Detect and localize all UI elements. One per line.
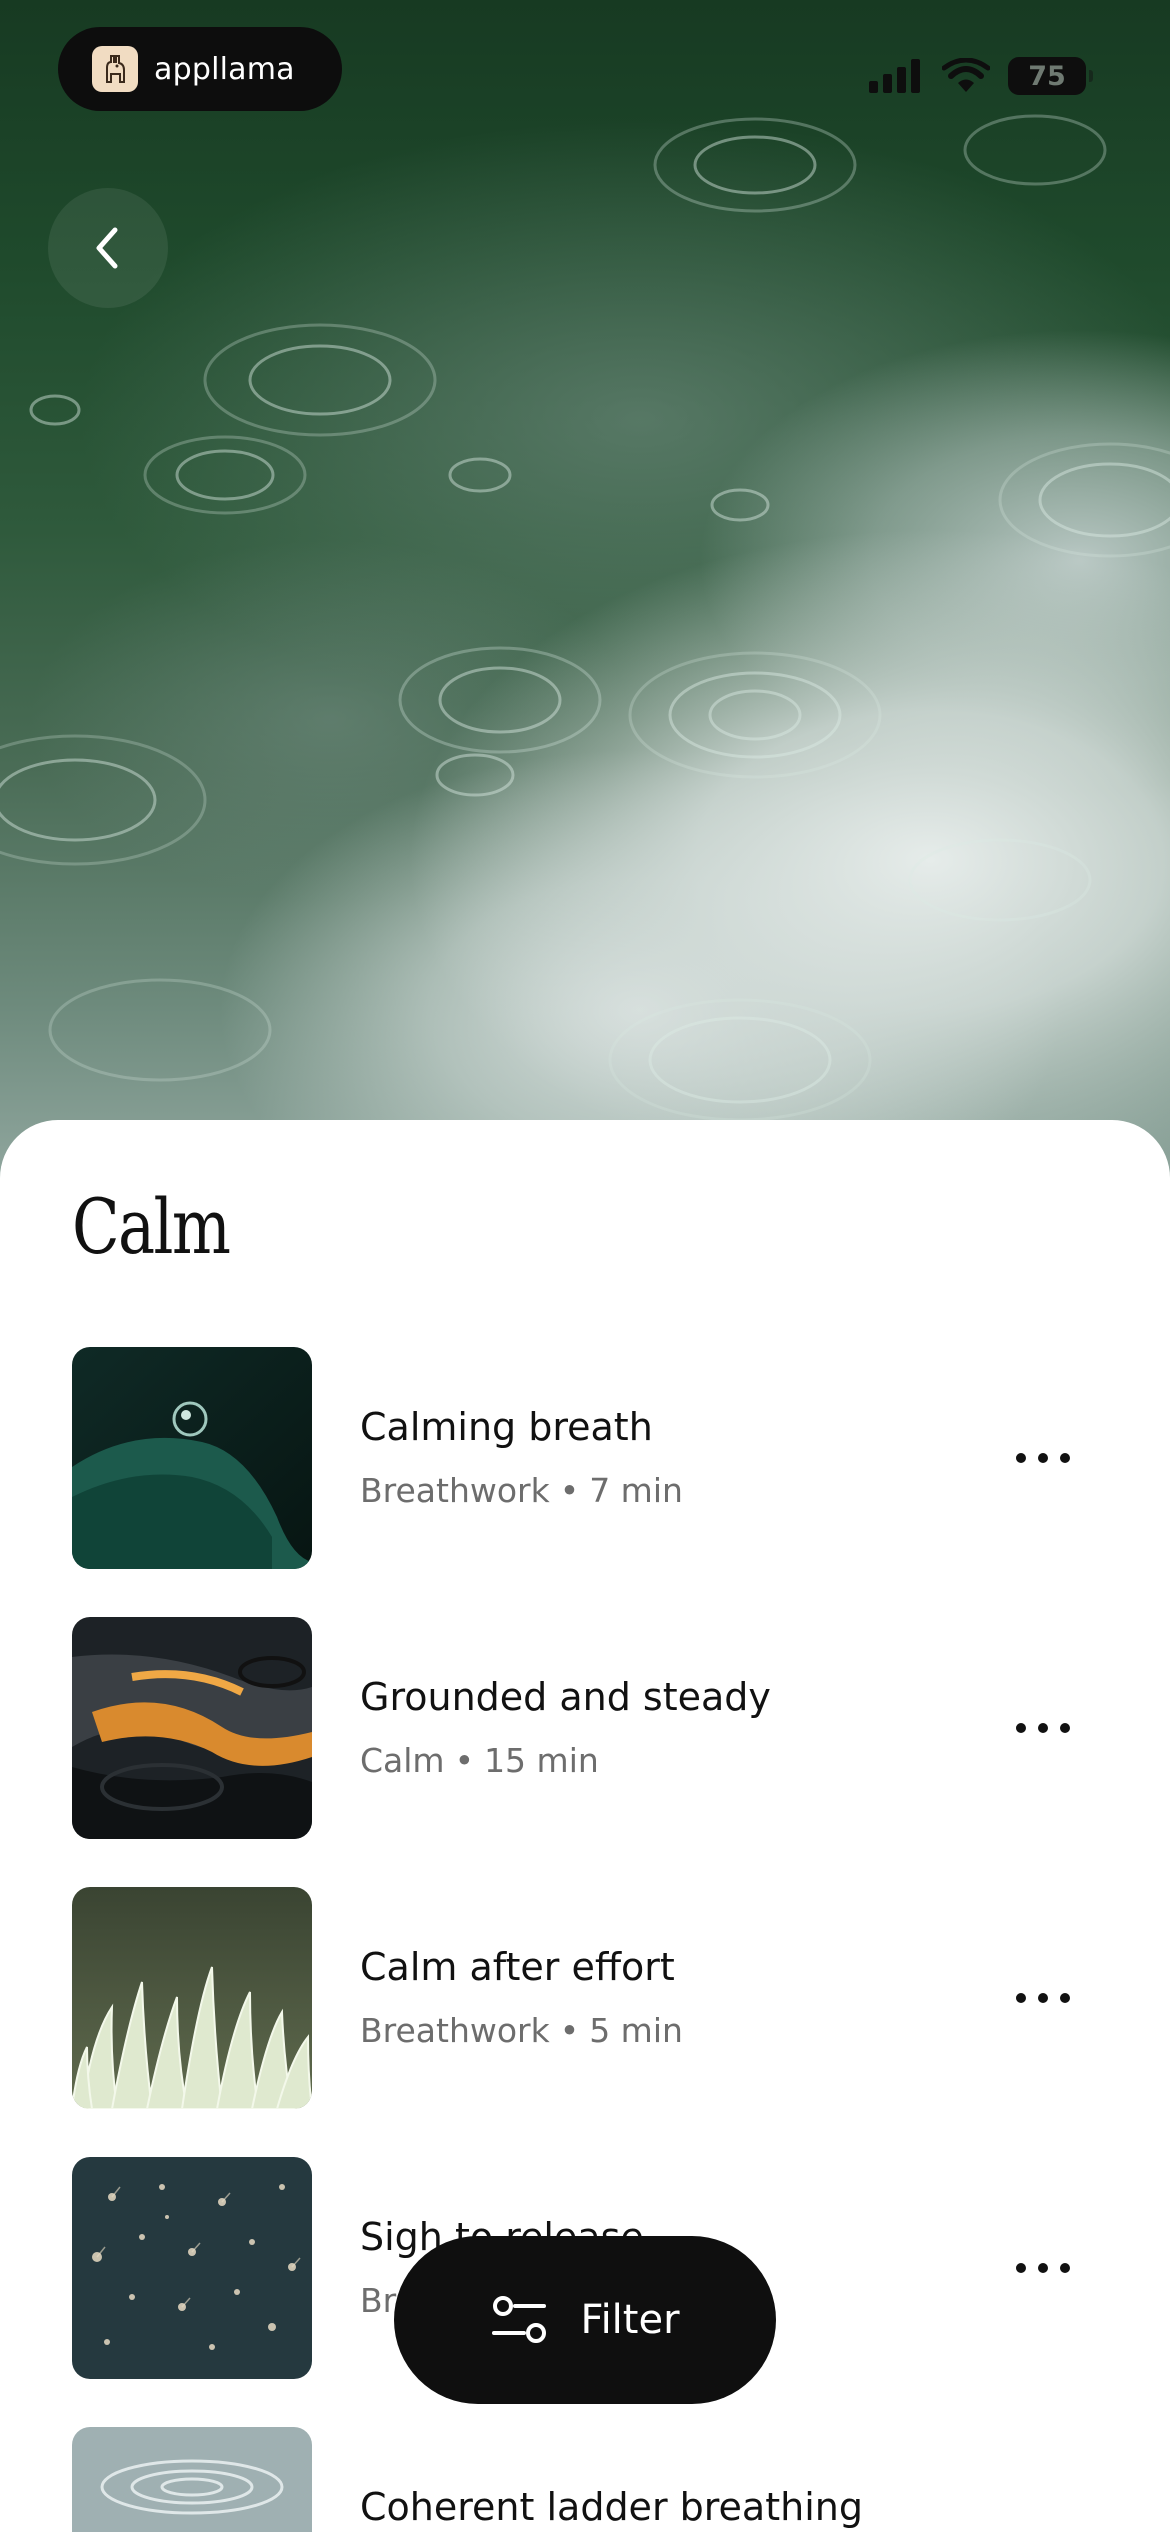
item-thumbnail — [72, 2427, 312, 2532]
item-thumbnail — [72, 2157, 312, 2379]
more-options-button[interactable] — [1008, 1963, 1078, 2033]
filter-label: Filter — [580, 2297, 680, 2343]
item-category: Breathwork — [360, 1471, 550, 1510]
ellipsis-icon — [1016, 1723, 1070, 1733]
item-duration: 15 min — [484, 1741, 599, 1780]
item-title: Calming breath — [360, 1405, 653, 1449]
rain-ripples-illustration — [0, 114, 1170, 1122]
meta-separator: • — [454, 1741, 475, 1780]
llama-logo-icon — [92, 46, 138, 92]
ellipsis-icon — [1016, 2263, 1070, 2273]
chevron-left-icon — [96, 227, 118, 269]
cellular-signal-icon — [869, 59, 920, 93]
item-meta: Br — [360, 2281, 396, 2320]
ellipsis-icon — [1016, 1993, 1070, 2003]
ellipsis-icon — [1016, 1453, 1070, 1463]
hero-image: appllama 75 — [0, 0, 1170, 1180]
item-category: Breathwork — [360, 2011, 550, 2050]
item-thumbnail — [72, 1887, 312, 2109]
brand-badge: appllama — [58, 27, 342, 111]
filter-button[interactable]: Filter — [394, 2236, 776, 2404]
list-item[interactable]: Grounded and steady Calm • 15 min — [0, 1617, 1170, 1839]
list-item[interactable]: Calm after effort Breathwork • 5 min — [0, 1887, 1170, 2109]
brand-name: appllama — [154, 51, 295, 87]
page-title: Calm — [72, 1182, 231, 1271]
item-title: Coherent ladder breathing — [360, 2485, 863, 2529]
back-button[interactable] — [48, 188, 168, 308]
status-icons: 75 — [869, 56, 1093, 96]
item-meta: Calm • 15 min — [360, 1741, 599, 1780]
item-title: Calm after effort — [360, 1945, 675, 1989]
battery-icon: 75 — [1008, 57, 1093, 95]
sliders-icon — [492, 2296, 547, 2343]
item-meta: Breathwork • 5 min — [360, 2011, 683, 2050]
wifi-icon — [942, 58, 990, 92]
list-item[interactable]: Calming breath Breathwork • 7 min — [0, 1347, 1170, 1569]
more-options-button[interactable] — [1008, 1423, 1078, 1493]
battery-level: 75 — [1028, 60, 1066, 92]
item-duration: 5 min — [589, 2011, 683, 2050]
item-thumbnail — [72, 1617, 312, 1839]
item-category: Calm — [360, 1741, 445, 1780]
list-item[interactable]: Coherent ladder breathing — [0, 2427, 1170, 2532]
item-duration: 7 min — [589, 1471, 683, 1510]
more-options-button[interactable] — [1008, 1693, 1078, 1763]
battery-terminal — [1089, 70, 1093, 82]
more-options-button[interactable] — [1008, 2233, 1078, 2303]
item-thumbnail — [72, 1347, 312, 1569]
item-meta: Breathwork • 7 min — [360, 1471, 683, 1510]
item-title: Grounded and steady — [360, 1675, 771, 1719]
meta-separator: • — [559, 2011, 580, 2050]
meta-separator: • — [559, 1471, 580, 1510]
item-category: Br — [360, 2281, 397, 2320]
